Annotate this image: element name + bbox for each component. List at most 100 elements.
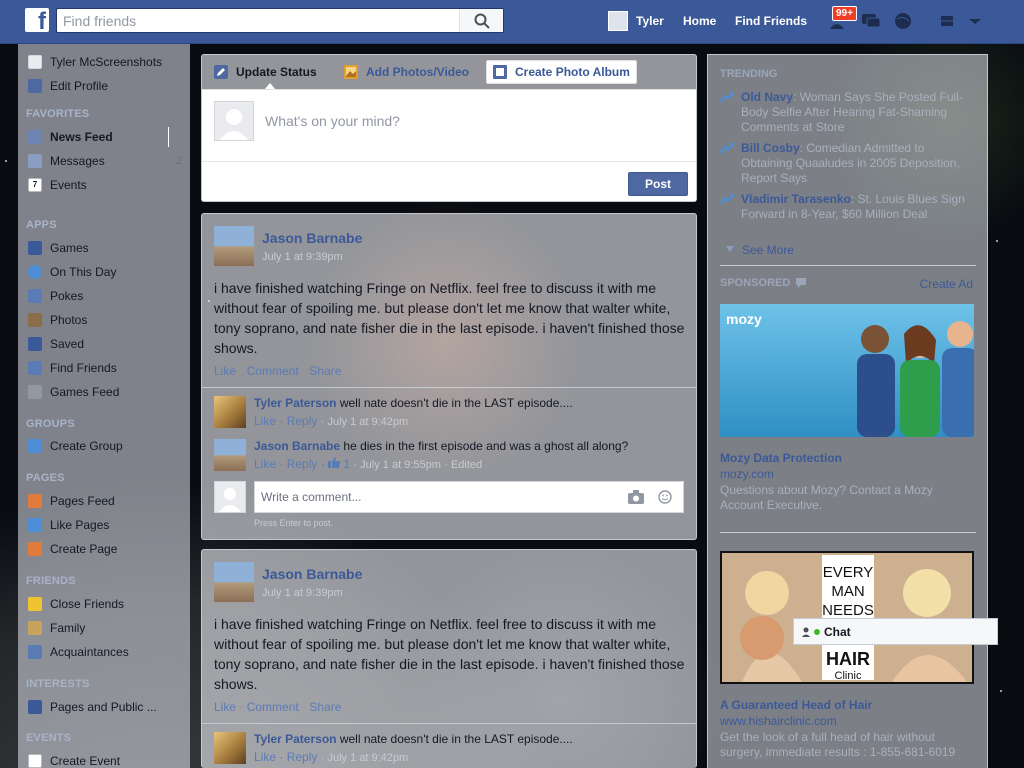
sidebar-item-label: Pages Feed: [50, 494, 115, 508]
comment: Tyler Paterson well nate doesn't die in …: [214, 732, 690, 768]
facebook-logo-icon[interactable]: f: [25, 8, 49, 32]
sidebar-item-family[interactable]: Family: [28, 618, 186, 638]
like-link[interactable]: Like: [214, 700, 236, 714]
comment-link[interactable]: Comment: [247, 700, 299, 714]
post-button[interactable]: Post: [628, 172, 688, 196]
avatar[interactable]: [214, 732, 246, 764]
avatar[interactable]: [214, 439, 246, 471]
comment-reply-link[interactable]: Reply: [287, 750, 318, 764]
chevron-down-icon[interactable]: [964, 11, 986, 31]
trending-title[interactable]: Vladimir Tarasenko: [741, 192, 851, 206]
sidebar-item-pokes[interactable]: Pokes: [28, 286, 186, 306]
comment-like-link[interactable]: Like: [254, 414, 276, 428]
comment-link[interactable]: Comment: [247, 364, 299, 378]
trending-item[interactable]: Bill Cosby: Comedian Admitted to Obtaini…: [720, 141, 976, 189]
privacy-shortcuts-icon[interactable]: [938, 11, 960, 31]
tab-add-photos-video[interactable]: Add Photos/Video: [338, 61, 475, 83]
sidebar-item-pages-feed[interactable]: Pages Feed: [28, 491, 186, 511]
top-bar: f Tyler Home Find Friends 99+: [0, 0, 1024, 44]
like-link[interactable]: Like: [214, 364, 236, 378]
trending-item[interactable]: Vladimir Tarasenko: St. Louis Blues Sign…: [720, 192, 976, 240]
sidebar-item-pages-and-public[interactable]: Pages and Public ...: [28, 697, 186, 717]
sidebar-item-edit-profile[interactable]: Edit Profile: [28, 76, 186, 96]
comment-timestamp[interactable]: July 1 at 9:42pm: [327, 752, 408, 764]
search-button[interactable]: [459, 9, 503, 32]
home-link[interactable]: Home: [683, 14, 716, 28]
trending-title[interactable]: Old Navy: [741, 90, 793, 104]
sidebar-item-events[interactable]: 7 Events: [28, 175, 186, 195]
pencil-icon: [214, 65, 228, 79]
sidebar-item-on-this-day[interactable]: On This Day: [28, 262, 186, 282]
globe-icon[interactable]: [892, 11, 914, 31]
sidebar-item-find-friends[interactable]: Find Friends: [28, 358, 186, 378]
comment-author[interactable]: Tyler Paterson: [254, 732, 336, 746]
sidebar-item-saved[interactable]: Saved: [28, 334, 186, 354]
search-input[interactable]: [57, 9, 459, 32]
trending-title[interactable]: Bill Cosby: [741, 141, 800, 155]
poke-icon: [28, 289, 42, 303]
avatar[interactable]: [214, 226, 254, 266]
star-dot: [996, 240, 998, 242]
emoji-icon[interactable]: [658, 490, 672, 504]
sidebar-item-photos[interactable]: Photos: [28, 310, 186, 330]
sidebar-item-create-page[interactable]: Create Page: [28, 539, 186, 559]
sidebar-item-create-event[interactable]: Create Event: [28, 751, 186, 768]
divider: [720, 265, 976, 266]
sidebar-item-profile[interactable]: Tyler McScreenshots: [28, 52, 186, 72]
tab-create-photo-album[interactable]: Create Photo Album: [486, 60, 637, 84]
story-author[interactable]: Jason Barnabe: [262, 566, 362, 582]
comment-like-link[interactable]: Like: [254, 457, 276, 471]
gamepad-icon: [28, 385, 42, 399]
sidebar-item-like-pages[interactable]: Like Pages: [28, 515, 186, 535]
trending-item[interactable]: Old Navy: Woman Says She Posted Full-Bod…: [720, 90, 976, 138]
edited-label[interactable]: Edited: [451, 459, 482, 471]
search-box: [56, 8, 504, 33]
find-friends-link[interactable]: Find Friends: [735, 14, 807, 28]
ad-url[interactable]: www.hishairclinic.com: [720, 714, 837, 728]
story-author[interactable]: Jason Barnabe: [262, 230, 362, 246]
avatar[interactable]: [214, 396, 246, 428]
sidebar-item-label: Messages: [50, 154, 105, 168]
share-link[interactable]: Share: [309, 700, 341, 714]
camera-icon[interactable]: [628, 490, 644, 504]
comment-reply-link[interactable]: Reply: [287, 457, 318, 471]
comment-like-count[interactable]: 1: [343, 457, 350, 471]
story-timestamp[interactable]: July 1 at 9:39pm: [262, 587, 343, 599]
ad-image-mozy[interactable]: mozy: [720, 304, 974, 437]
ad-url[interactable]: mozy.com: [720, 467, 774, 481]
profile-link[interactable]: Tyler: [608, 11, 664, 31]
ad-title[interactable]: A Guaranteed Head of Hair: [720, 698, 872, 712]
comment-author[interactable]: Jason Barnabe: [254, 439, 340, 453]
messages-icon[interactable]: [860, 11, 882, 31]
ad-description: Questions about Mozy? Contact a Mozy Acc…: [720, 483, 933, 512]
tab-update-status[interactable]: Update Status: [208, 61, 323, 83]
sidebar-item-messages[interactable]: Messages 2: [28, 151, 186, 171]
comment-author[interactable]: Tyler Paterson: [254, 396, 336, 410]
feed-story: Jason Barnabe July 1 at 9:39pm ▼ i have …: [201, 213, 697, 540]
see-more-link[interactable]: See More: [742, 243, 794, 257]
svg-text:Clinic: Clinic: [835, 670, 862, 682]
comment-timestamp[interactable]: July 1 at 9:42pm: [327, 416, 408, 428]
comment-like-link[interactable]: Like: [254, 750, 276, 764]
photos-icon: [28, 313, 42, 327]
comment-reply-link[interactable]: Reply: [287, 414, 318, 428]
ad-title[interactable]: Mozy Data Protection: [720, 451, 842, 465]
star-icon: [28, 597, 42, 611]
share-link[interactable]: Share: [309, 364, 341, 378]
sidebar-item-games-feed[interactable]: Games Feed: [28, 382, 186, 402]
story-timestamp[interactable]: July 1 at 9:39pm: [262, 251, 343, 263]
sidebar-item-close-friends[interactable]: Close Friends: [28, 594, 186, 614]
sidebar-item-label: Close Friends: [50, 597, 125, 611]
calendar-icon: 7: [28, 178, 42, 192]
avatar[interactable]: [214, 562, 254, 602]
chat-tab[interactable]: Chat: [793, 618, 998, 645]
create-ad-link[interactable]: Create Ad: [920, 277, 973, 291]
chevron-down-icon[interactable]: ▼: [676, 228, 686, 239]
comment-input[interactable]: [254, 481, 684, 513]
sidebar-item-acquaintances[interactable]: Acquaintances: [28, 642, 186, 662]
sidebar-item-news-feed[interactable]: News Feed: [28, 127, 186, 147]
sidebar-item-games[interactable]: Games: [28, 238, 186, 258]
sidebar-item-create-group[interactable]: Create Group: [28, 436, 186, 456]
comment-timestamp[interactable]: July 1 at 9:55pm: [360, 459, 441, 471]
status-input[interactable]: [265, 110, 675, 132]
